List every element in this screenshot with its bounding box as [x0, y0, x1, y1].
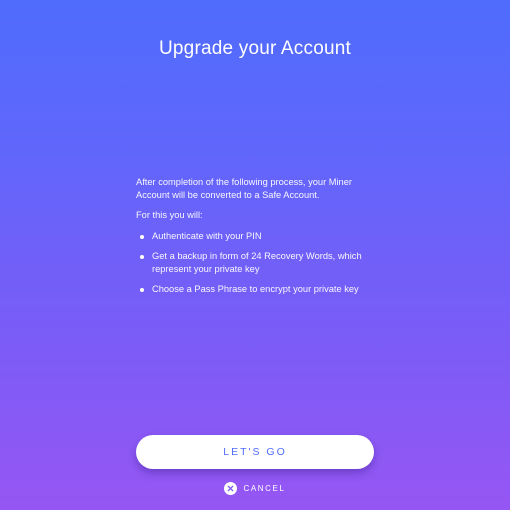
upgrade-description: After completion of the following proces… [136, 176, 386, 304]
close-circle-icon [224, 482, 238, 495]
lets-go-button[interactable]: LET'S GO [136, 435, 374, 469]
cancel-button[interactable]: CANCEL [0, 482, 510, 495]
intro-text: After completion of the following proces… [136, 177, 352, 200]
steps-list: Authenticate with your PIN Get a backup … [136, 230, 386, 296]
lead-text: For this you will: [136, 210, 203, 220]
list-item: Choose a Pass Phrase to encrypt your pri… [136, 283, 386, 296]
cancel-label: CANCEL [243, 484, 286, 493]
page-title: Upgrade your Account [158, 38, 351, 59]
bullet-icon [140, 255, 144, 259]
list-item: Authenticate with your PIN [136, 230, 386, 243]
step-label: Get a backup in form of 24 Recovery Word… [152, 251, 362, 274]
bullet-icon [140, 234, 144, 239]
step-label: Authenticate with your PIN [152, 230, 262, 241]
upgrade-account-screen: Upgrade your Account After completion of… [0, 0, 510, 510]
step-label: Choose a Pass Phrase to encrypt your pri… [152, 284, 359, 294]
list-item: Get a backup in form of 24 Recovery Word… [136, 250, 386, 275]
bullet-icon [140, 288, 144, 292]
